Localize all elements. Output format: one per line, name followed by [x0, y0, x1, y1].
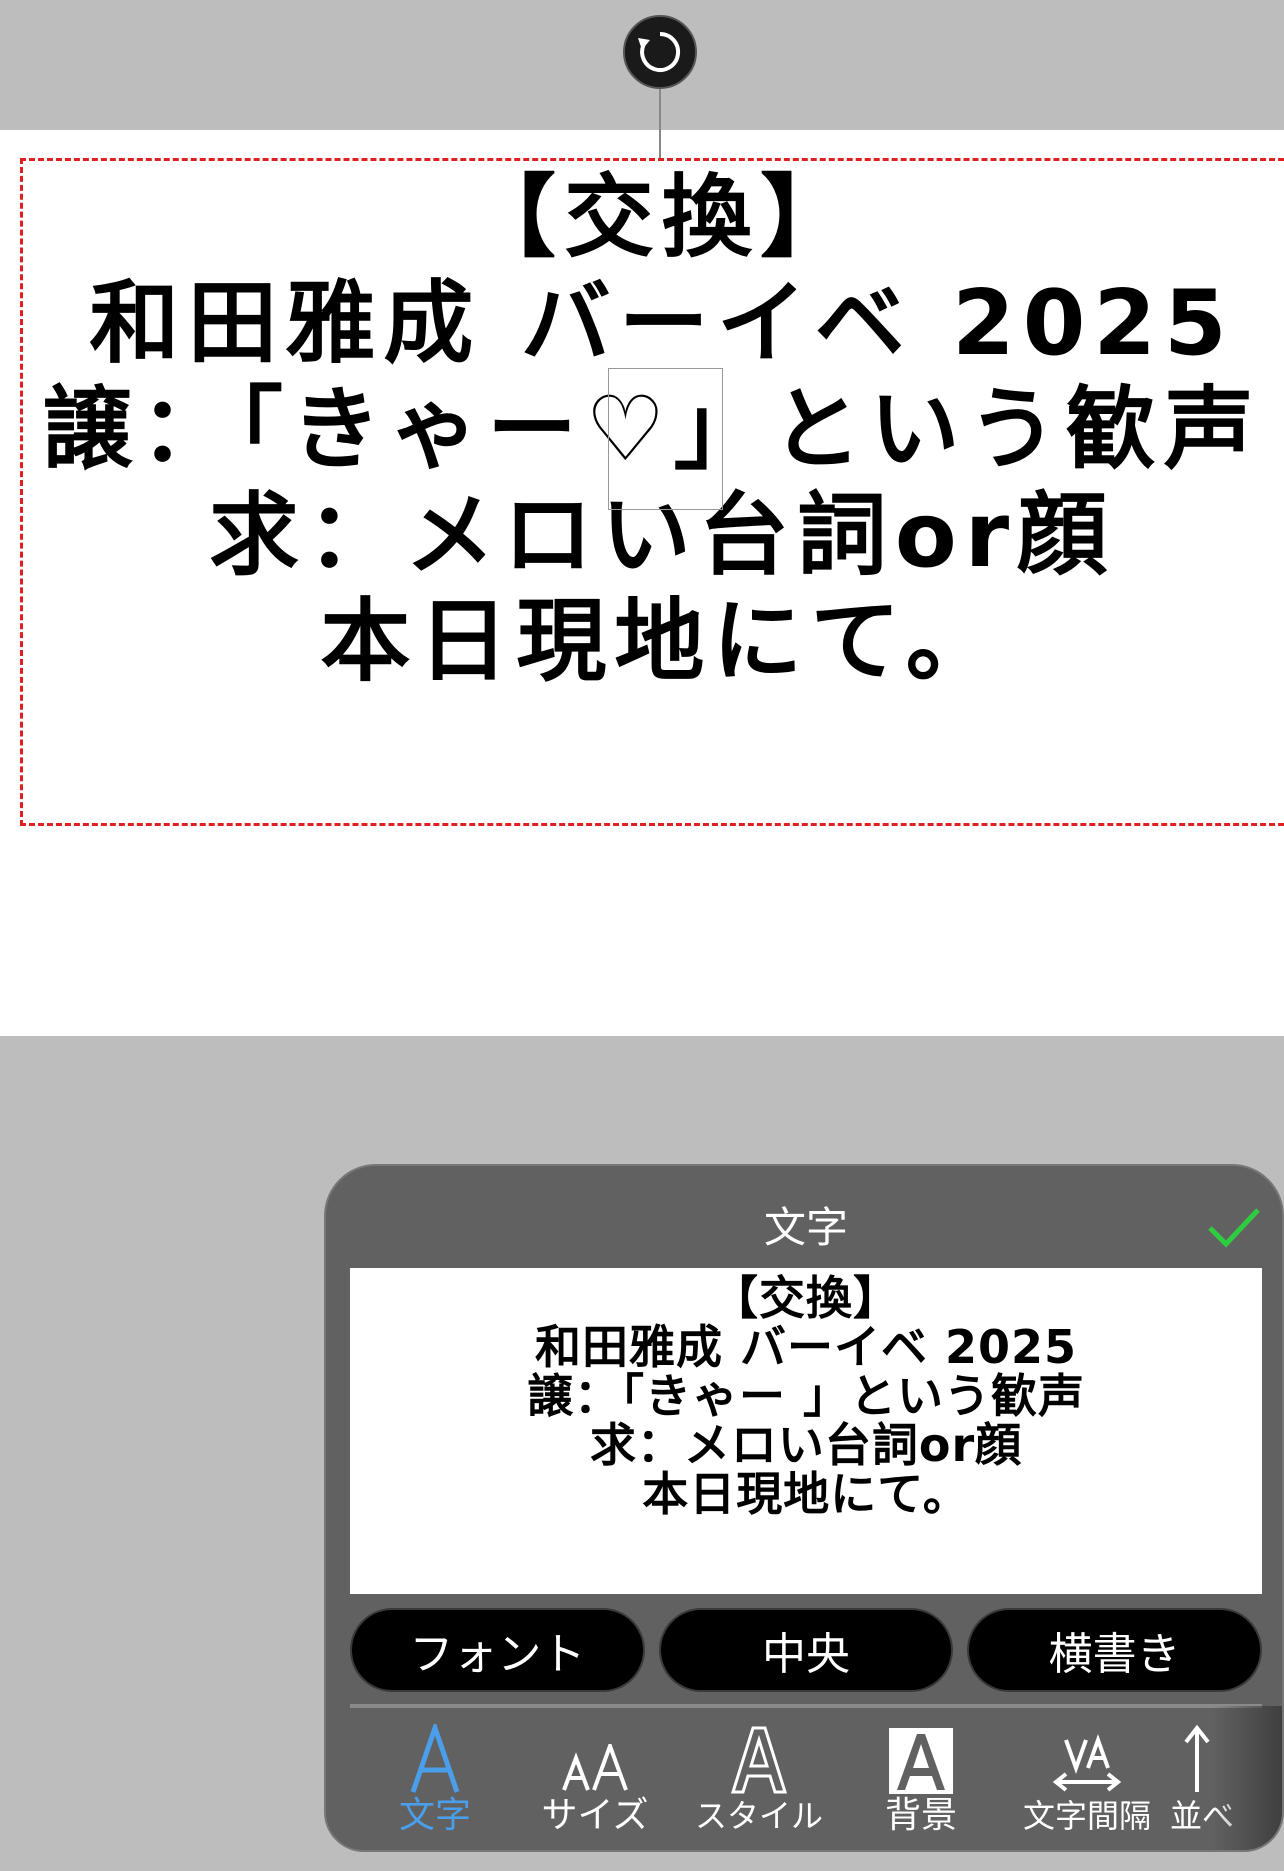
tool-tabs: 文字 サイズ スタイル 背景 文字間隔 並べ [350, 1714, 1282, 1850]
preview-line: 譲：「きゃー 」という歓声 [526, 1369, 1085, 1423]
tab-letter-spacing[interactable]: 文字間隔 [1012, 1714, 1162, 1844]
align-button[interactable]: 中央 [658, 1608, 954, 1692]
tab-separator [350, 1704, 1262, 1708]
tab-label: 文字間隔 [1022, 1797, 1151, 1835]
canvas-text-line: 本日現地にて。 [320, 589, 1004, 694]
direction-button[interactable]: 横書き [967, 1608, 1263, 1692]
tab-background[interactable]: 背景 [846, 1714, 996, 1844]
preview-line: 求：メロい台詞or顔 [589, 1418, 1023, 1472]
arrow-up-icon [1184, 1724, 1210, 1792]
letter-a-icon [410, 1724, 460, 1793]
tab-label: 背景 [884, 1795, 957, 1836]
panel-title: 文字 [763, 1203, 848, 1252]
rotate-handle[interactable] [623, 15, 697, 89]
tab-label: スタイル [694, 1797, 823, 1835]
letter-spacing-icon [1052, 1734, 1122, 1792]
tab-label: サイズ [541, 1795, 649, 1836]
canvas-text-line: 和田雅成 バーイベ 2025 [89, 271, 1235, 376]
text-cursor-box [608, 368, 723, 510]
canvas-text-line: 【交換】 [466, 165, 858, 270]
option-buttons: フォント 中央 横書き [350, 1608, 1263, 1692]
tab-size[interactable]: サイズ [520, 1714, 670, 1844]
font-button[interactable]: フォント [350, 1608, 645, 1692]
check-icon[interactable] [1204, 1202, 1264, 1252]
text-size-icon [562, 1744, 628, 1791]
tab-label: 文字 [398, 1795, 471, 1836]
preview-line: 本日現地にて。 [642, 1467, 970, 1521]
outline-a-icon [730, 1726, 788, 1794]
preview-line: 和田雅成 バーイベ 2025 [534, 1320, 1078, 1374]
background-a-icon [889, 1728, 953, 1794]
preview-line: 【交換】 [712, 1271, 900, 1325]
tab-text[interactable]: 文字 [360, 1714, 510, 1844]
text-input-preview[interactable]: 【交換】 和田雅成 バーイベ 2025 譲：「きゃー 」という歓声 求：メロい台… [350, 1268, 1262, 1594]
text-edit-panel: 文字 【交換】 和田雅成 バーイベ 2025 譲：「きゃー 」という歓声 求：メ… [324, 1164, 1284, 1852]
tab-style[interactable]: スタイル [684, 1714, 834, 1844]
rotate-handle-line [659, 89, 661, 159]
rotate-icon [638, 31, 681, 72]
preview-text[interactable]: 【交換】 和田雅成 バーイベ 2025 譲：「きゃー 」という歓声 求：メロい台… [350, 1274, 1262, 1519]
scroll-fade [1212, 1706, 1282, 1850]
